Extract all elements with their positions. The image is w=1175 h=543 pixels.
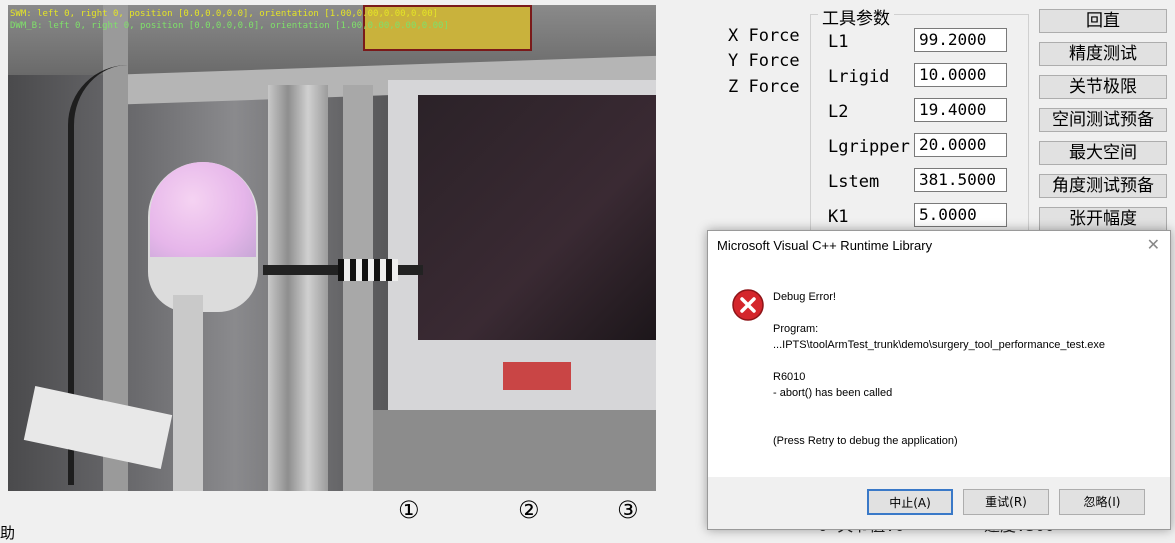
param-label-l2: L2 — [828, 102, 849, 122]
overlay-text-dwm: DWM_B: left 0, right 0, position [0.0,0.… — [10, 21, 449, 31]
close-icon[interactable]: ✕ — [1147, 235, 1160, 255]
ignore-button[interactable]: 忽略(I) — [1059, 489, 1145, 515]
precision-test-button[interactable]: 精度测试 — [1039, 42, 1167, 66]
joint-limit-button[interactable]: 关节极限 — [1039, 75, 1167, 99]
error-code: R6010 — [773, 371, 806, 383]
program-label: Program: — [773, 323, 819, 335]
abort-button[interactable]: 中止(A) — [867, 489, 953, 515]
tool-params-title: 工具参数 — [818, 4, 894, 29]
retry-button[interactable]: 重试(R) — [963, 489, 1049, 515]
error-message: - abort() has been called — [773, 387, 893, 399]
max-space-button[interactable]: 最大空间 — [1039, 141, 1167, 165]
x-force-label: X Force — [728, 26, 800, 46]
camera-screen — [418, 95, 656, 340]
marker-2: ② — [518, 496, 540, 524]
param-label-lgripper: Lgripper — [828, 137, 910, 157]
camera-post-center — [268, 85, 328, 491]
error-heading: Debug Error! — [773, 291, 836, 303]
param-input-l1[interactable]: 99.2000 — [914, 28, 1007, 52]
param-label-lrigid: Lrigid — [828, 67, 890, 87]
bottom-left-label: 助 — [0, 524, 16, 542]
camera-sample — [150, 162, 256, 257]
dialog-title: Microsoft Visual C++ Runtime Library — [717, 238, 933, 253]
overlay-text-swm: SWM: left 0, right 0, position [0.0,0.0,… — [10, 9, 439, 19]
param-input-lrigid[interactable]: 10.0000 — [914, 63, 1007, 87]
z-force-label: Z Force — [728, 77, 800, 97]
retry-hint: (Press Retry to debug the application) — [773, 435, 958, 447]
camera-post-right — [343, 85, 373, 491]
angle-test-prep-button[interactable]: 角度测试预备 — [1039, 174, 1167, 198]
program-path: ...IPTS\toolArmTest_trunk\demo\surgery_t… — [773, 339, 1105, 351]
straighten-button[interactable]: 回直 — [1039, 9, 1167, 33]
marker-1: ① — [398, 496, 420, 524]
camera-view: SWM: left 0, right 0, position [0.0,0.0,… — [8, 5, 656, 491]
param-label-lstem: Lstem — [828, 172, 880, 192]
y-force-label: Y Force — [728, 51, 800, 71]
param-input-l2[interactable]: 19.4000 — [914, 98, 1007, 122]
param-input-k1[interactable]: 5.0000 — [914, 203, 1007, 227]
camera-checker-marker — [338, 259, 398, 281]
marker-3: ③ — [617, 496, 639, 524]
camera-red-label — [503, 362, 571, 390]
error-icon — [732, 289, 764, 321]
camera-stand — [173, 295, 203, 491]
param-label-k1: K1 — [828, 207, 849, 227]
space-test-prep-button[interactable]: 空间测试预备 — [1039, 108, 1167, 132]
camera-floor — [368, 410, 656, 491]
param-label-l1: L1 — [828, 32, 849, 52]
error-dialog: Microsoft Visual C++ Runtime Library ✕ D… — [707, 230, 1171, 530]
param-input-lstem[interactable]: 381.5000 — [914, 168, 1007, 192]
open-range-button[interactable]: 张开幅度 — [1039, 207, 1167, 231]
param-input-lgripper[interactable]: 20.0000 — [914, 133, 1007, 157]
